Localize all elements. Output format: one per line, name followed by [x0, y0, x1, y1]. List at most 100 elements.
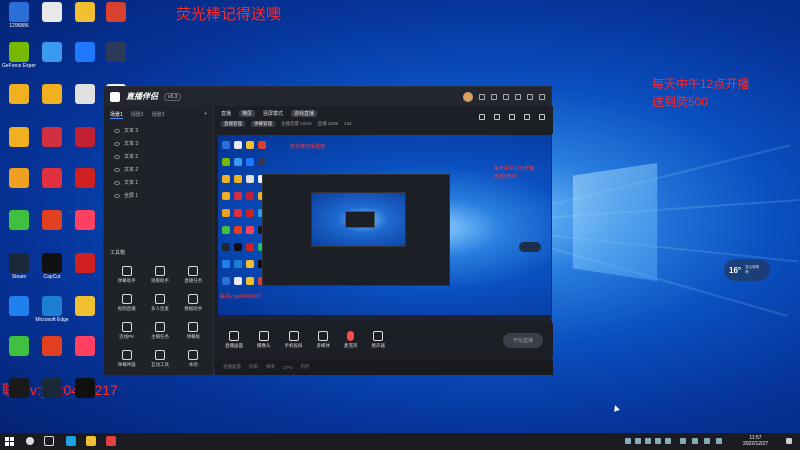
source-tool-button[interactable]: 扬声器	[372, 331, 385, 349]
tray-icon[interactable]	[665, 438, 671, 444]
tool-button[interactable]: 连线PK	[110, 322, 143, 340]
settings-icon[interactable]	[491, 93, 497, 100]
desktop-icon[interactable]: Microsoft Edge	[35, 296, 69, 323]
tool-button[interactable]: 弹幕助手	[110, 266, 143, 284]
desktop-icon[interactable]	[68, 253, 102, 274]
resize-icon[interactable]	[509, 114, 515, 120]
stream-preview[interactable]: 荧光棒记得送噢 每天中午12点开播 送到荧500 联系v:ya20446217	[218, 135, 551, 321]
close-icon[interactable]	[539, 93, 545, 100]
tool-button[interactable]: 互动工具	[143, 350, 176, 368]
taskbar-app-icon[interactable]	[106, 436, 116, 446]
desktop-icon[interactable]	[68, 210, 102, 231]
tray-icon[interactable]	[635, 438, 641, 444]
source-item[interactable]: 文本 2	[104, 163, 213, 176]
desktop-icon[interactable]	[68, 2, 102, 23]
source-item[interactable]: 文本 3	[104, 137, 213, 150]
clock[interactable]: 11:57 2022/12/27	[743, 435, 768, 447]
message-icon[interactable]	[479, 93, 485, 100]
desktop-icon[interactable]	[35, 84, 69, 105]
desktop-icon[interactable]	[2, 210, 36, 231]
tray-icon[interactable]	[692, 438, 698, 444]
desktop-icon[interactable]	[35, 336, 69, 356]
source-tool-button[interactable]: 多媒体	[317, 331, 330, 349]
mini-widget[interactable]	[519, 242, 541, 252]
tool-button[interactable]: 多人连麦	[143, 294, 176, 312]
edge-icon[interactable]	[66, 436, 76, 446]
eye-icon[interactable]	[114, 167, 120, 172]
desktop-icon[interactable]	[35, 168, 69, 189]
desktop-icon[interactable]	[68, 84, 102, 105]
tray-icon[interactable]	[655, 438, 661, 444]
tab-scene-1[interactable]: 场景1	[110, 111, 123, 119]
source-item[interactable]: 全屏 1	[104, 189, 213, 202]
source-item[interactable]: 文本 3	[104, 124, 213, 137]
tray-icon[interactable]	[645, 438, 651, 444]
desktop-icon[interactable]: 1296886	[2, 2, 36, 29]
source-tool-button[interactable]: 手机投屏	[285, 331, 303, 349]
desktop-icon[interactable]: CapCut	[35, 253, 69, 280]
eye-icon[interactable]	[114, 154, 120, 159]
desktop-icon[interactable]: GeForce Experience	[2, 42, 36, 69]
tool-button[interactable]: 视频直播	[110, 294, 143, 312]
source-item[interactable]: 文本 2	[104, 150, 213, 163]
stage-info[interactable]: 直播管理	[221, 121, 245, 127]
maximize-icon[interactable]	[527, 93, 533, 100]
tool-button[interactable]: 本场	[177, 350, 210, 368]
desktop-icon[interactable]	[99, 42, 133, 63]
desktop-icon[interactable]	[99, 2, 133, 23]
source-tool-button[interactable]: 摄像头	[257, 331, 271, 349]
desktop-icon[interactable]	[68, 378, 102, 398]
tool-button[interactable]: 弹幕神器	[110, 350, 143, 368]
desktop-icon[interactable]	[2, 168, 36, 189]
lock-icon[interactable]	[494, 114, 500, 120]
weather-widget[interactable]: 16° 多云转阴 晴	[724, 259, 770, 281]
tray-icon[interactable]	[625, 438, 631, 444]
share-icon[interactable]	[539, 114, 545, 120]
avatar[interactable]	[463, 91, 473, 102]
eye-icon[interactable]	[114, 180, 120, 185]
stage-info[interactable]: 弹幕管理	[251, 121, 275, 127]
desktop-icon[interactable]	[2, 378, 36, 398]
tray-icon[interactable]	[716, 438, 722, 444]
tab-scene-2[interactable]: 场景2	[131, 111, 144, 119]
tool-button[interactable]: 主播任务	[143, 322, 176, 340]
bell-icon[interactable]	[524, 114, 530, 120]
add-scene-icon[interactable]: +	[204, 111, 207, 119]
layout-icon[interactable]	[479, 114, 485, 120]
desktop-icon[interactable]	[35, 127, 69, 148]
desktop-icon[interactable]	[68, 296, 102, 317]
stage-tab[interactable]: 竖屏模式	[263, 110, 283, 117]
desktop-icon[interactable]: Steam	[2, 253, 36, 280]
desktop-icon[interactable]	[35, 2, 69, 23]
notification-icon[interactable]	[786, 438, 792, 444]
desktop-icon[interactable]	[35, 210, 69, 231]
menu-icon[interactable]	[503, 93, 509, 100]
start-live-button[interactable]: 开始直播	[502, 332, 543, 348]
tray-icon[interactable]	[704, 438, 710, 444]
tool-button[interactable]: 观看助手	[143, 266, 176, 284]
tool-button[interactable]: 数据助手	[177, 294, 210, 312]
desktop-icon[interactable]	[35, 42, 69, 63]
tool-button[interactable]: 直播任务	[177, 266, 210, 284]
minimize-icon[interactable]	[515, 93, 521, 100]
file-explorer-icon[interactable]	[86, 436, 96, 446]
stage-tab[interactable]: 直播	[221, 110, 231, 117]
tray-icon[interactable]	[680, 438, 686, 444]
stage-tab[interactable]: 横屏	[239, 110, 256, 117]
eye-icon[interactable]	[114, 193, 120, 198]
tab-scene-3[interactable]: 场景3	[152, 111, 165, 119]
desktop-icon[interactable]	[68, 127, 102, 148]
task-view-icon[interactable]	[44, 436, 54, 446]
version-badge[interactable]: v6.3	[164, 92, 182, 101]
desktop-icon[interactable]	[35, 378, 69, 398]
start-button[interactable]	[5, 437, 14, 446]
desktop-icon[interactable]	[2, 336, 36, 356]
stage-tab[interactable]: 游戏直播	[291, 110, 318, 117]
desktop-icon[interactable]	[68, 336, 102, 356]
eye-icon[interactable]	[114, 128, 120, 133]
search-icon[interactable]	[26, 437, 34, 445]
desktop-icon[interactable]	[68, 168, 102, 189]
source-item[interactable]: 文本 1	[104, 176, 213, 189]
eye-icon[interactable]	[114, 141, 120, 146]
desktop-icon[interactable]	[2, 84, 36, 105]
